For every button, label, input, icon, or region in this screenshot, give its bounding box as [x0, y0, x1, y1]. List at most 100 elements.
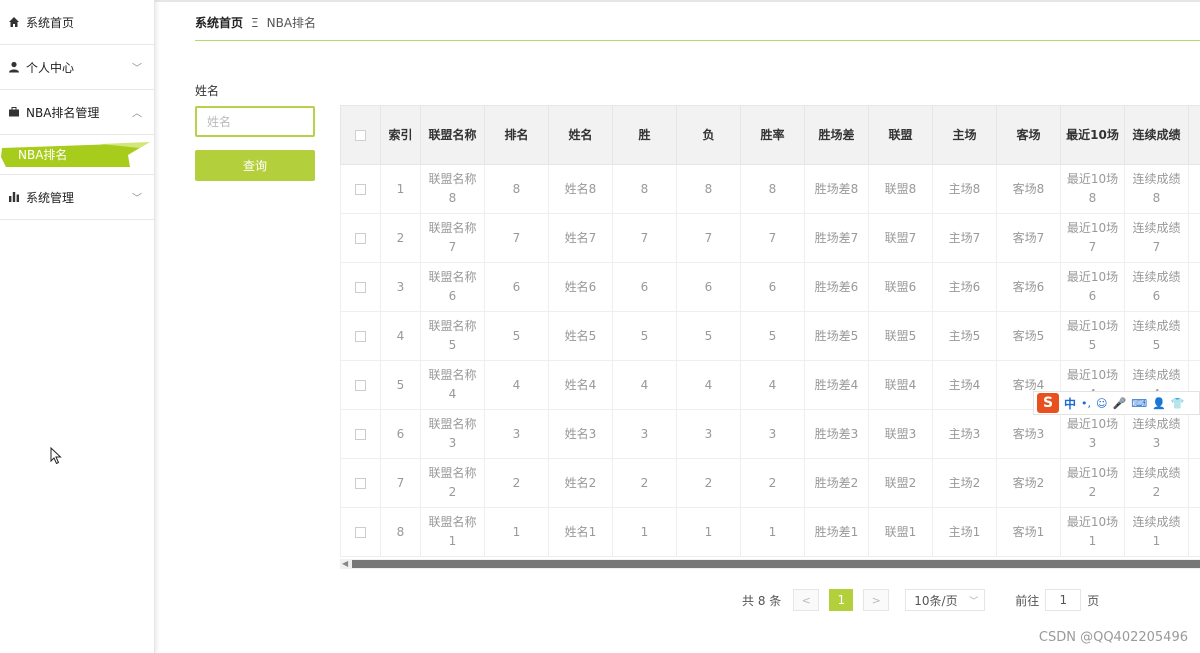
breadcrumb-separator: Ξ	[251, 15, 259, 30]
table-cell: 主场8	[932, 164, 997, 214]
goto-label: 前往	[1015, 593, 1040, 608]
table-cell: 主场1	[932, 507, 997, 557]
table-cell: 联盟2	[868, 458, 933, 508]
table-cell: 8	[740, 164, 805, 214]
row-checkbox[interactable]	[355, 330, 366, 342]
ime-toolbar[interactable]: S 中 •, ☺ 🎤 ⌨ 👤 👕	[1033, 391, 1200, 415]
breadcrumb-current: NBA排名	[266, 16, 317, 30]
goto-suffix: 页	[1087, 593, 1100, 608]
table-cell: 联盟名称1	[420, 507, 485, 557]
table-row[interactable]: 8 联盟名称1 1 姓名1 1 1 1 胜场差1 联盟1 主场1 客场1 最近10场1 连续成绩1	[340, 507, 1200, 557]
name-search-input[interactable]: 姓名	[195, 106, 315, 137]
table-cell: 3	[676, 409, 741, 459]
table-cell: 5	[676, 311, 741, 361]
row-select-cell[interactable]	[340, 311, 381, 361]
sogou-logo-icon[interactable]: S	[1037, 393, 1059, 413]
sidebar-subitem-nba-ranking[interactable]: NBA排名	[0, 135, 154, 175]
table-cell: 联盟5	[868, 311, 933, 361]
sidebar-item-home[interactable]: 系统首页	[0, 0, 154, 45]
row-select-cell[interactable]	[340, 213, 381, 263]
horizontal-scrollbar[interactable]: ◀	[340, 559, 1200, 569]
table-cell-overflow	[1188, 164, 1200, 214]
table-cell: 6	[676, 262, 741, 312]
row-checkbox[interactable]	[355, 232, 366, 244]
row-select-cell[interactable]	[340, 164, 381, 214]
table-row[interactable]: 7 联盟名称2 2 姓名2 2 2 2 胜场差2 联盟2 主场2 客场2 最近10场2 连续成绩2	[340, 458, 1200, 508]
row-select-cell[interactable]	[340, 360, 381, 410]
table-row[interactable]: 1 联盟名称8 8 姓名8 8 8 8 胜场差8 联盟8 主场8 客场8 最近10场8 连续成绩8	[340, 164, 1200, 214]
table-cell: 7	[380, 458, 421, 508]
table-cell: 姓名8	[548, 164, 613, 214]
table-cell: 姓名6	[548, 262, 613, 312]
prev-page-button[interactable]: <	[793, 589, 820, 611]
table-cell: 连续成绩7	[1124, 213, 1189, 263]
table-row[interactable]: 4 联盟名称5 5 姓名5 5 5 5 胜场差5 联盟5 主场5 客场5 最近10场5 连续成绩5	[340, 311, 1200, 361]
table-cell: 3	[380, 262, 421, 312]
ime-mode-toggle[interactable]: 中	[1064, 395, 1076, 412]
bar-chart-icon	[8, 191, 20, 203]
table-cell: 联盟名称5	[420, 311, 485, 361]
row-checkbox[interactable]	[355, 379, 366, 391]
table-cell-overflow	[1188, 311, 1200, 361]
keyboard-icon[interactable]: ⌨	[1131, 397, 1147, 410]
skin-icon[interactable]: 👕	[1171, 397, 1185, 410]
table-cell: 1	[612, 507, 677, 557]
row-select-cell[interactable]	[340, 409, 381, 459]
table-row[interactable]: 2 联盟名称7 7 姓名7 7 7 7 胜场差7 联盟7 主场7 客场7 最近10场7 连续成绩7	[340, 213, 1200, 263]
column-header: 最近10场	[1060, 105, 1125, 165]
row-checkbox[interactable]	[355, 477, 366, 489]
table-cell: 胜场差1	[804, 507, 869, 557]
emoji-icon[interactable]: ☺	[1096, 397, 1107, 410]
table-cell: 2	[676, 458, 741, 508]
user-icon	[8, 61, 20, 73]
sidebar-item-system[interactable]: 系统管理 ﹀	[0, 175, 154, 220]
table-row[interactable]: 6 联盟名称3 3 姓名3 3 3 3 胜场差3 联盟3 主场3 客场3 最近10场3 连续成绩3	[340, 409, 1200, 459]
table-cell: 8	[676, 164, 741, 214]
table-cell: 4	[612, 360, 677, 410]
breadcrumb-home[interactable]: 系统首页	[195, 14, 243, 31]
table-row[interactable]: 3 联盟名称6 6 姓名6 6 6 6 胜场差6 联盟6 主场6 客场6 最近10场6 连续成绩6	[340, 262, 1200, 312]
breadcrumb: 系统首页 Ξ NBA排名	[195, 14, 316, 31]
row-select-cell[interactable]	[340, 507, 381, 557]
table-cell: 客场1	[996, 507, 1061, 557]
query-button[interactable]: 查询	[195, 150, 315, 181]
page-size-select[interactable]: 10条/页 ﹀	[905, 589, 986, 611]
row-select-cell[interactable]	[340, 262, 381, 312]
table-cell: 6	[380, 409, 421, 459]
select-all-cell[interactable]	[340, 105, 381, 165]
briefcase-icon	[8, 106, 20, 118]
table-cell: 5	[740, 311, 805, 361]
page-number-current[interactable]: 1	[829, 589, 854, 611]
table-cell: 最近10场8	[1060, 164, 1125, 214]
table-cell: 客场3	[996, 409, 1061, 459]
sidebar-item-label: NBA排名管理	[26, 105, 100, 120]
row-checkbox[interactable]	[355, 526, 366, 538]
table-cell: 6	[740, 262, 805, 312]
table-cell: 2	[612, 458, 677, 508]
user-tools-icon[interactable]: 👤	[1152, 397, 1166, 410]
table-cell: 姓名4	[548, 360, 613, 410]
table-cell: 姓名2	[548, 458, 613, 508]
table-cell-overflow	[1188, 213, 1200, 263]
table-cell: 连续成绩6	[1124, 262, 1189, 312]
home-icon	[8, 16, 20, 28]
microphone-icon[interactable]: 🎤	[1112, 397, 1126, 410]
table-cell: 3	[484, 409, 549, 459]
sidebar-item-nba-management[interactable]: NBA排名管理 ︿	[0, 90, 154, 135]
scroll-left-arrow-icon[interactable]: ◀	[342, 559, 348, 568]
row-select-cell[interactable]	[340, 458, 381, 508]
next-page-button[interactable]: >	[863, 589, 890, 611]
table-cell: 1	[676, 507, 741, 557]
goto-page-input[interactable]: 1	[1045, 589, 1082, 611]
row-checkbox[interactable]	[355, 183, 366, 195]
scrollbar-thumb[interactable]	[352, 560, 1200, 568]
table-cell: 胜场差7	[804, 213, 869, 263]
table-cell: 联盟名称7	[420, 213, 485, 263]
select-all-checkbox[interactable]	[355, 130, 366, 141]
row-checkbox[interactable]	[355, 281, 366, 293]
table-cell: 客场5	[996, 311, 1061, 361]
punctuation-icon[interactable]: •,	[1081, 397, 1091, 410]
sidebar-item-label: 个人中心	[26, 60, 75, 75]
row-checkbox[interactable]	[355, 428, 366, 440]
sidebar-item-profile[interactable]: 个人中心 ﹀	[0, 45, 154, 90]
